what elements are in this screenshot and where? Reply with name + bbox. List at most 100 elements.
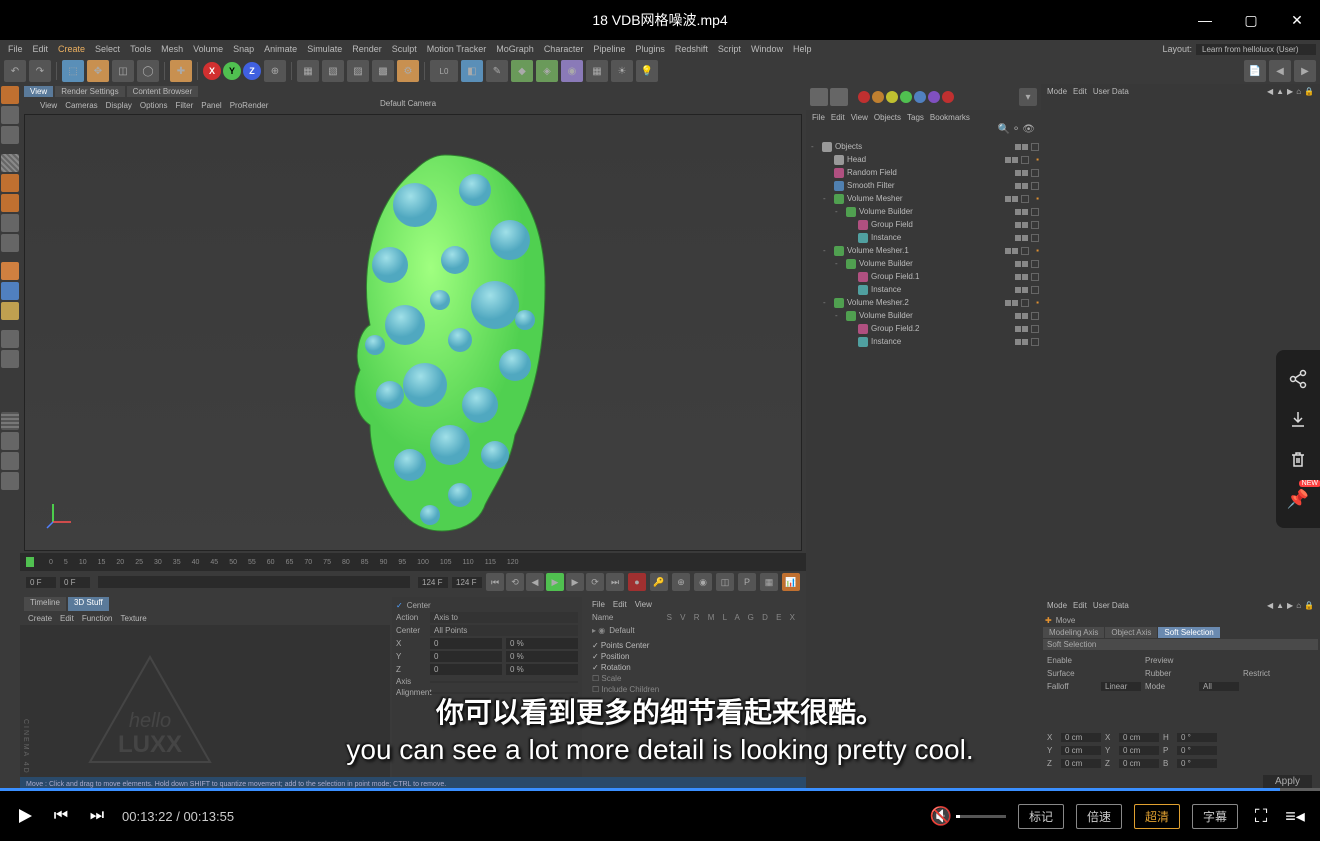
- menu-create[interactable]: Create: [54, 44, 89, 54]
- material-preset-4[interactable]: [1, 472, 19, 490]
- menu-pipeline[interactable]: Pipeline: [589, 44, 629, 54]
- next-track-button[interactable]: ⏭: [86, 805, 108, 827]
- tag-red[interactable]: [858, 91, 870, 103]
- camera-btn[interactable]: ▦: [586, 60, 608, 82]
- download-button[interactable]: [1285, 406, 1311, 432]
- minimize-button[interactable]: —: [1182, 0, 1228, 40]
- coord-y[interactable]: 0: [430, 651, 502, 662]
- menu-animate[interactable]: Animate: [260, 44, 301, 54]
- action-dropdown[interactable]: Axis to: [430, 612, 578, 623]
- axis-mode[interactable]: [1, 262, 19, 280]
- tag-orange[interactable]: [872, 91, 884, 103]
- select-tool[interactable]: ⬚: [62, 60, 84, 82]
- menu-help[interactable]: Help: [789, 44, 816, 54]
- pen-tool[interactable]: ✎: [486, 60, 508, 82]
- go-prev-key[interactable]: ⟲: [506, 573, 524, 591]
- axis-z-toggle[interactable]: Z: [243, 62, 261, 80]
- move-tool[interactable]: ✥: [87, 60, 109, 82]
- attr-fwd[interactable]: ▶: [1287, 87, 1293, 96]
- quality-button[interactable]: 超清: [1134, 804, 1180, 829]
- menu-sculpt[interactable]: Sculpt: [388, 44, 421, 54]
- redo-button[interactable]: ↷: [29, 60, 51, 82]
- key-param[interactable]: P: [738, 573, 756, 591]
- light-btn[interactable]: ☀: [611, 60, 633, 82]
- frame-end[interactable]: 124 F: [452, 577, 482, 588]
- material-preset[interactable]: [1, 412, 19, 430]
- menu-character[interactable]: Character: [540, 44, 588, 54]
- menu-motion-tracker[interactable]: Motion Tracker: [423, 44, 491, 54]
- tag-blue[interactable]: [914, 91, 926, 103]
- model-mode[interactable]: [1, 86, 19, 104]
- obj-group-field[interactable]: Group Field: [808, 218, 1039, 231]
- menu-mesh[interactable]: Mesh: [157, 44, 187, 54]
- snap-toggle[interactable]: [1, 302, 19, 320]
- obj-volume-mesher-1[interactable]: -Volume Mesher.1▪: [808, 244, 1039, 257]
- obj-volume-builder[interactable]: -Volume Builder: [808, 309, 1039, 322]
- delete-button[interactable]: [1285, 446, 1311, 472]
- timeline-track[interactable]: [98, 576, 410, 588]
- tag-green[interactable]: [900, 91, 912, 103]
- play-pause-button[interactable]: [14, 805, 36, 827]
- timeline-btn[interactable]: 📊: [782, 573, 800, 591]
- playlist-button[interactable]: ≡◂: [1284, 805, 1306, 827]
- share-button[interactable]: [1285, 366, 1311, 392]
- tab-view[interactable]: View: [24, 86, 53, 97]
- menu-redshift[interactable]: Redshift: [671, 44, 712, 54]
- frame-start[interactable]: 0 F: [26, 577, 56, 588]
- deformer-btn[interactable]: ◈: [536, 60, 558, 82]
- coord-x[interactable]: 0: [430, 638, 502, 649]
- axis-x-toggle[interactable]: X: [203, 62, 221, 80]
- menu-file[interactable]: File: [4, 44, 27, 54]
- tag-red2[interactable]: [942, 91, 954, 103]
- obj-volume-builder[interactable]: -Volume Builder: [808, 257, 1039, 270]
- material-preset-3[interactable]: [1, 452, 19, 470]
- om-btn1[interactable]: [810, 88, 828, 106]
- go-next-key[interactable]: ⟳: [586, 573, 604, 591]
- apply-button[interactable]: Apply: [1263, 775, 1312, 788]
- menu-simulate[interactable]: Simulate: [303, 44, 346, 54]
- play-button[interactable]: ▶: [546, 573, 564, 591]
- cube-primitive[interactable]: ◧: [461, 60, 483, 82]
- tag-purple[interactable]: [928, 91, 940, 103]
- obj-smooth-filter[interactable]: Smooth Filter: [808, 179, 1039, 192]
- viewport-solo[interactable]: [1, 330, 19, 348]
- texture-mode[interactable]: [1, 106, 19, 124]
- axis-y-toggle[interactable]: Y: [223, 62, 241, 80]
- obj-volume-builder[interactable]: -Volume Builder: [808, 205, 1039, 218]
- volume-control[interactable]: 🔇: [930, 806, 1006, 827]
- lod-btn[interactable]: L0: [430, 60, 458, 82]
- render-region[interactable]: ▧: [322, 60, 344, 82]
- bp-menu-function[interactable]: Function: [82, 614, 113, 623]
- prev-btn[interactable]: ◀: [1269, 60, 1291, 82]
- close-button[interactable]: ✕: [1274, 0, 1320, 40]
- key-scale[interactable]: ◫: [716, 573, 734, 591]
- generator-btn[interactable]: ◆: [511, 60, 533, 82]
- obj-volume-mesher-2[interactable]: -Volume Mesher.2▪: [808, 296, 1039, 309]
- subtitle-button[interactable]: 字幕: [1192, 804, 1238, 829]
- center-dropdown[interactable]: All Points: [430, 625, 578, 636]
- light2-btn[interactable]: 💡: [636, 60, 658, 82]
- menu-mograph[interactable]: MoGraph: [492, 44, 538, 54]
- attr-home[interactable]: ⌂: [1296, 87, 1301, 96]
- bookmark-button[interactable]: 标记: [1018, 804, 1064, 829]
- recent-tool[interactable]: ✚: [170, 60, 192, 82]
- xray-toggle[interactable]: [1, 350, 19, 368]
- layout-dropdown[interactable]: Learn from helloluxx (User): [1196, 44, 1316, 55]
- menu-window[interactable]: Window: [747, 44, 787, 54]
- rotate-tool[interactable]: ◯: [137, 60, 159, 82]
- bp-menu-texture[interactable]: Texture: [121, 614, 147, 623]
- autokey[interactable]: 🔑: [650, 573, 668, 591]
- attr-tab-object-axis[interactable]: Object Axis: [1105, 627, 1157, 638]
- timeline-ruler[interactable]: 0510152025303540455055606570758085909510…: [20, 553, 806, 571]
- obj-objects[interactable]: -Objects: [808, 140, 1039, 153]
- tag-yellow[interactable]: [886, 91, 898, 103]
- menu-script[interactable]: Script: [714, 44, 745, 54]
- page-icon[interactable]: 📄: [1244, 60, 1266, 82]
- tweak-mode[interactable]: [1, 282, 19, 300]
- render-pv[interactable]: ▨: [347, 60, 369, 82]
- pin-button[interactable]: 📌NEW: [1285, 486, 1311, 512]
- speed-button[interactable]: 倍速: [1076, 804, 1122, 829]
- frame-current[interactable]: 124 F: [418, 577, 448, 588]
- menu-edit[interactable]: Edit: [29, 44, 53, 54]
- render-view[interactable]: ▦: [297, 60, 319, 82]
